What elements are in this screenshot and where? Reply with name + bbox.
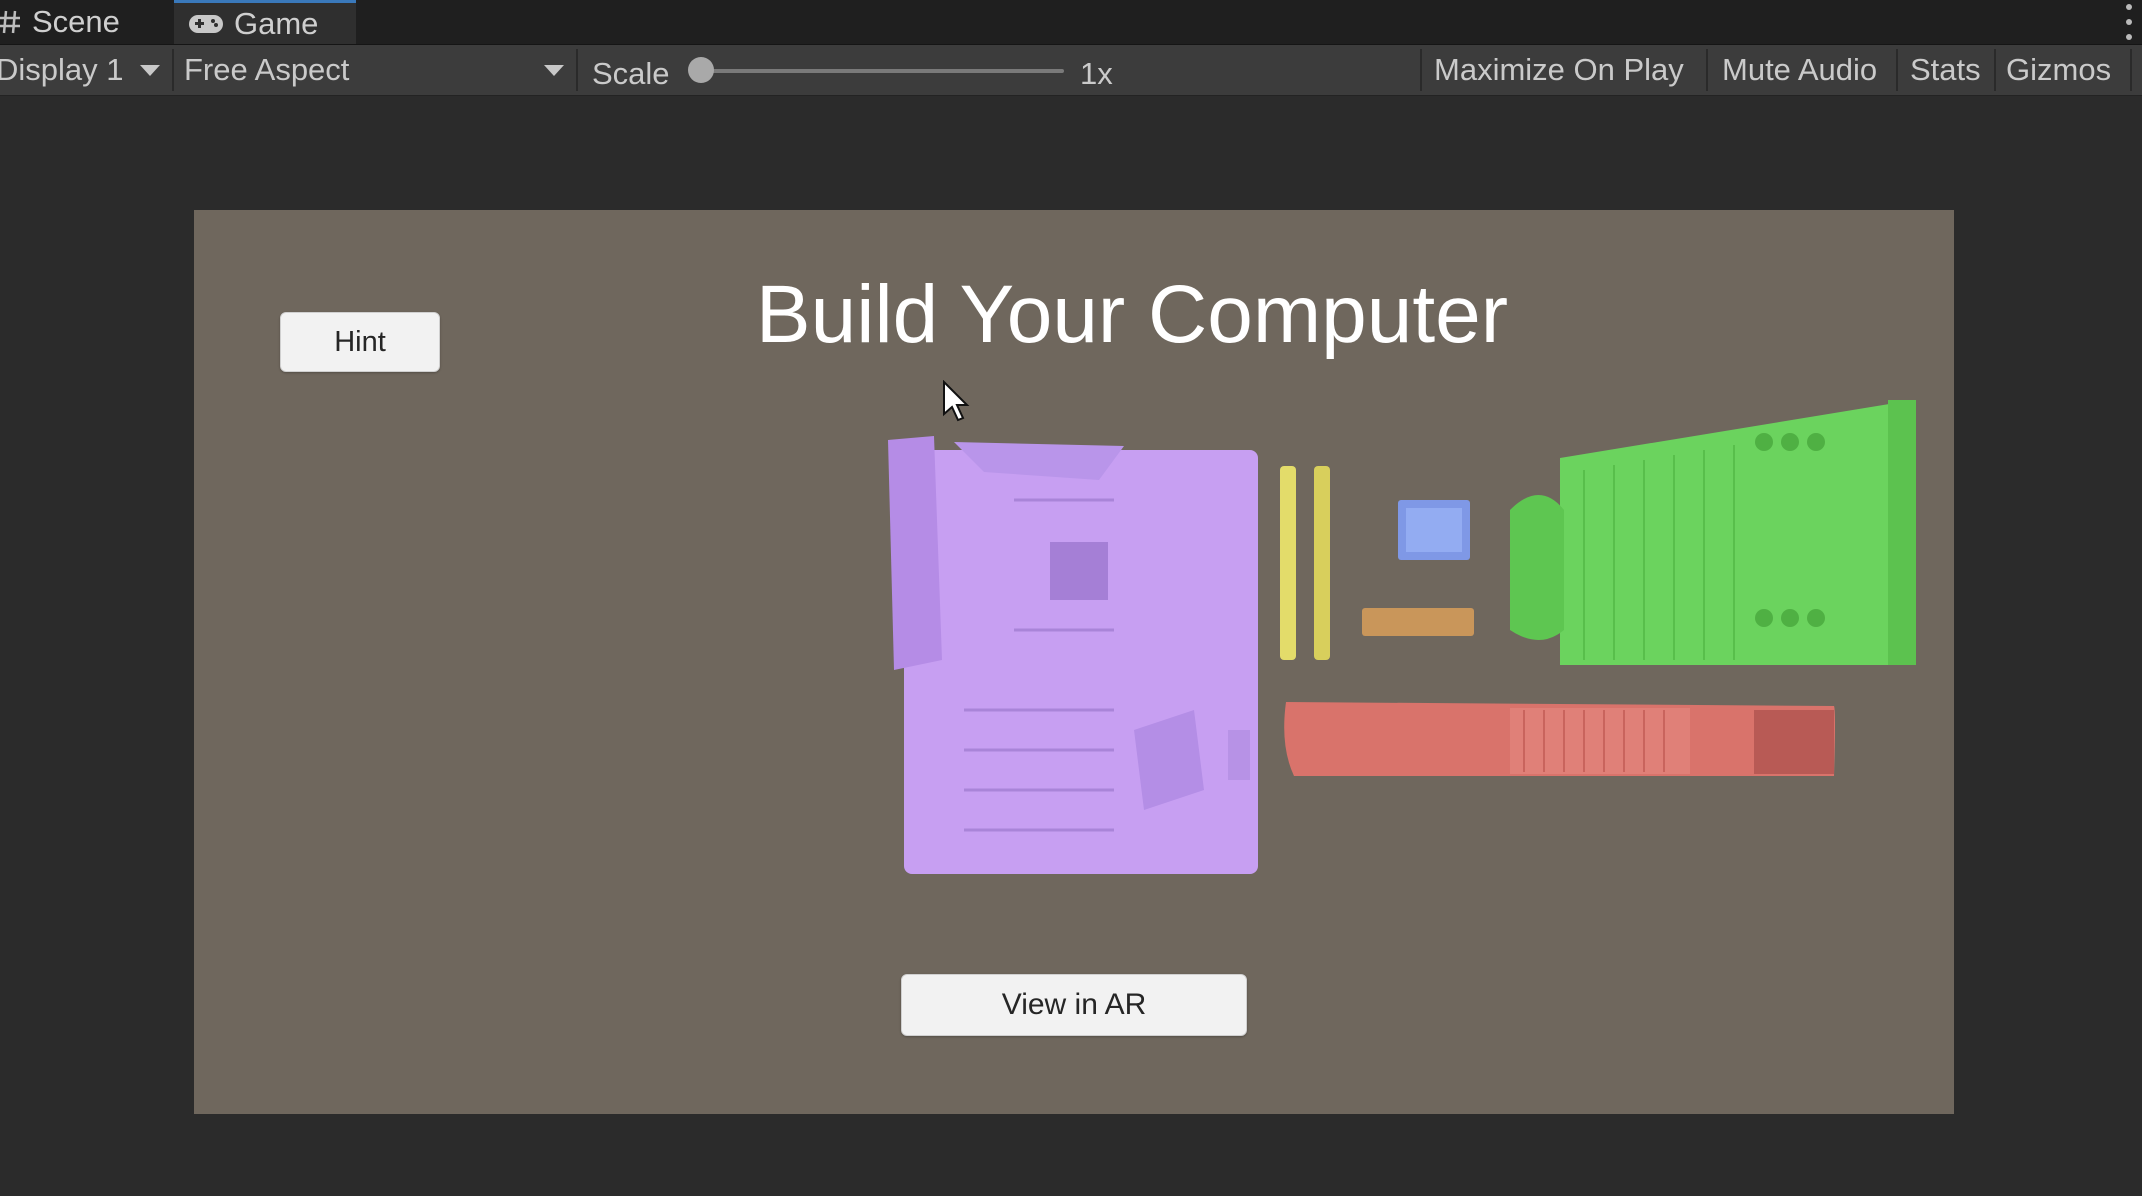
scale-label: Scale bbox=[592, 56, 670, 91]
gpu-model[interactable] bbox=[1284, 702, 1835, 776]
dropdown-arrow-icon bbox=[544, 65, 564, 76]
mouse-cursor-icon bbox=[943, 380, 970, 422]
motherboard-model[interactable] bbox=[888, 436, 1258, 874]
toolbar-divider bbox=[1420, 49, 1422, 91]
tab-scene-label: Scene bbox=[32, 4, 120, 39]
tab-scene[interactable]: Scene bbox=[0, 0, 172, 44]
more-options-icon[interactable] bbox=[2126, 4, 2134, 40]
maximize-on-play-toggle[interactable]: Maximize On Play bbox=[1434, 45, 1684, 95]
tab-game[interactable]: Game bbox=[174, 0, 356, 44]
toolbar-divider bbox=[1706, 49, 1708, 91]
gizmos-toggle[interactable]: Gizmos bbox=[2006, 45, 2111, 95]
aspect-dropdown-value: Free Aspect bbox=[184, 52, 350, 87]
toolbar-divider bbox=[576, 49, 578, 91]
stats-toggle[interactable]: Stats bbox=[1910, 45, 1981, 95]
display-dropdown[interactable]: Display 1 bbox=[0, 45, 164, 95]
aspect-dropdown[interactable]: Free Aspect bbox=[184, 45, 572, 95]
cpu-cooler-model[interactable] bbox=[1510, 400, 1916, 665]
display-dropdown-value: Display 1 bbox=[0, 52, 124, 87]
scale-slider-handle[interactable] bbox=[688, 57, 714, 83]
tab-game-label: Game bbox=[234, 5, 319, 41]
toolbar-divider bbox=[1994, 49, 1996, 91]
scene-grid-icon bbox=[0, 9, 22, 35]
cpu-model[interactable] bbox=[1398, 500, 1470, 560]
mute-audio-toggle[interactable]: Mute Audio bbox=[1722, 45, 1877, 95]
toolbar-divider bbox=[172, 49, 174, 91]
dropdown-arrow-icon bbox=[140, 65, 160, 76]
scale-slider-track[interactable] bbox=[702, 69, 1064, 73]
scale-value: 1x bbox=[1080, 56, 1113, 91]
game-view-toolbar: Display 1 Free Aspect Scale 1x Maximize … bbox=[0, 45, 2142, 96]
ssd-model[interactable] bbox=[1362, 608, 1474, 636]
toolbar-divider bbox=[2130, 49, 2132, 91]
toolbar-divider bbox=[1896, 49, 1898, 91]
game-controller-icon bbox=[188, 13, 224, 35]
game-view-canvas[interactable]: Build Your Computer Hint View in AR bbox=[194, 210, 1954, 1114]
ram-sticks-model[interactable] bbox=[1280, 466, 1330, 660]
editor-tab-bar: Scene Game bbox=[0, 0, 2142, 45]
view-in-ar-button[interactable]: View in AR bbox=[901, 974, 1247, 1036]
